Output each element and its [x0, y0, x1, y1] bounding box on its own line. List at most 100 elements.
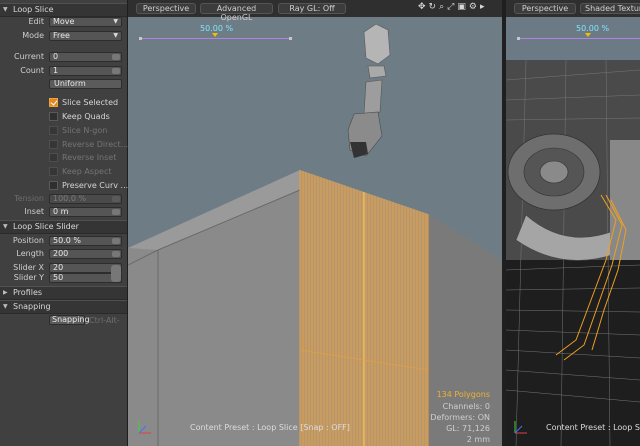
section-loop-slice[interactable]: ▼ Loop Slice [0, 3, 127, 17]
slider-percent: 50.00 % [200, 24, 234, 33]
tab-perspective[interactable]: Perspective [136, 3, 196, 14]
tab-ray-gl[interactable]: Ray GL: Off [278, 3, 346, 14]
slider-y-value: 50 [53, 273, 64, 282]
status-text-right: Content Preset : Loop Slice [Snap : OFF] [546, 423, 640, 432]
edit-value: Move [53, 17, 75, 26]
spinner-icon[interactable] [112, 209, 120, 215]
zoom-icon[interactable]: ⌕ [439, 2, 447, 12]
floating-mesh [347, 23, 391, 158]
viewport-header-right: Perspective Shaded Texture [506, 0, 640, 17]
tab-shaded-texture[interactable]: Shaded Texture [580, 3, 640, 14]
position-label: Position [12, 236, 44, 245]
section-loop-slice-slider[interactable]: ▼ Loop Slice Slider [0, 220, 127, 234]
inset-field[interactable]: 0 m [49, 207, 122, 217]
snapping-button[interactable]: Snapping [49, 315, 90, 325]
slice-ngon-label: Slice N-gon [62, 126, 108, 135]
current-label: Current [13, 52, 44, 61]
channels-count: Channels: 0 [442, 402, 490, 411]
section-profiles[interactable]: ▶ Profiles [0, 286, 127, 300]
dropdown-arrow-icon: ▼ [113, 18, 118, 25]
axis-gizmo-icon [514, 421, 527, 434]
reverse-direction-checkbox[interactable] [49, 140, 58, 149]
count-field[interactable]: 1 [49, 66, 122, 76]
mode-dropdown[interactable]: Free ▼ [49, 31, 122, 41]
inset-value: 0 m [53, 207, 69, 216]
status-text: Content Preset : Loop Slice [Snap : OFF] [190, 423, 350, 432]
slider-end-handle[interactable] [517, 37, 520, 40]
rotate-icon[interactable]: ↻ [429, 2, 440, 12]
count-value: 1 [53, 66, 59, 75]
current-value: 0 [53, 52, 59, 61]
expand-triangle-icon: ▶ [3, 289, 8, 296]
spinner-icon[interactable] [112, 68, 120, 74]
deformers-status: Deformers: ON [430, 413, 490, 422]
slider-x-value: 20 [53, 263, 64, 272]
keep-quads-label: Keep Quads [62, 112, 110, 121]
maximize-icon[interactable]: ▣ [457, 2, 469, 12]
current-field[interactable]: 0 [49, 52, 122, 62]
keep-aspect-label: Keep Aspect [62, 167, 112, 176]
length-field[interactable]: 200 [49, 249, 122, 259]
loop-slice-slider-track-right[interactable] [518, 38, 640, 39]
spinner-icon[interactable] [112, 238, 120, 244]
polygon-count: 134 Polygons [436, 390, 490, 399]
mode-value: Free [53, 31, 70, 40]
xy-spinner-icon[interactable] [111, 265, 121, 282]
length-value: 200 [53, 249, 69, 258]
spinner-icon[interactable] [112, 54, 120, 60]
viewport-3d-scene [128, 23, 502, 446]
tension-value: 100.0 % [53, 194, 87, 203]
section-snapping[interactable]: ▼ Snapping [0, 300, 127, 314]
tab-perspective-right[interactable]: Perspective [514, 3, 576, 14]
spinner-icon[interactable] [112, 196, 120, 202]
loop-slice-slider-track[interactable] [140, 38, 290, 39]
fit-icon[interactable]: ⤢ [447, 2, 457, 12]
reverse-inset-checkbox[interactable] [49, 153, 58, 162]
tool-properties-panel: ▼ Loop Slice Edit Move ▼ Mode Free ▼ Cur… [0, 0, 128, 446]
settings-icon[interactable]: ⚙ [469, 2, 480, 12]
keep-quads-checkbox[interactable] [49, 112, 58, 121]
position-field[interactable]: 50.0 % [49, 236, 122, 246]
axis-gizmo-icon [138, 421, 151, 434]
collapse-triangle-icon: ▼ [3, 6, 8, 13]
slider-position-marker[interactable] [585, 33, 591, 37]
uniform-button[interactable]: Uniform [49, 79, 122, 89]
slider-y-label: Slider Y [13, 273, 44, 282]
collapse-triangle-icon: ▼ [3, 303, 8, 310]
gl-count: GL: 71,126 [446, 424, 490, 433]
section-title: Snapping [13, 302, 51, 311]
viewport-nav-icons: ✥↻⌕⤢▣⚙▸ [418, 2, 487, 12]
preserve-curvature-label: Preserve Curv ... [62, 181, 129, 190]
snapping-shortcut: Ctrl-Alt- [89, 316, 120, 325]
position-value: 50.0 % [53, 236, 81, 245]
dropdown-arrow-icon: ▼ [113, 32, 118, 39]
edit-dropdown[interactable]: Move ▼ [49, 17, 122, 27]
move-icon[interactable]: ✥ [418, 2, 429, 12]
slider-percent-right: 50.00 % [576, 24, 610, 33]
count-label: Count [20, 66, 44, 75]
spinner-icon[interactable] [112, 251, 120, 257]
secondary-viewport[interactable]: Perspective Shaded Texture 50.00 % Conte… [506, 0, 640, 446]
edit-label: Edit [28, 17, 45, 26]
section-title: Profiles [13, 288, 43, 297]
preserve-curvature-checkbox[interactable] [49, 181, 58, 190]
slider-x-label: Slider X [13, 263, 44, 272]
slice-selected-checkbox[interactable] [49, 98, 58, 107]
keep-aspect-checkbox[interactable] [49, 167, 58, 176]
slider-end-handle[interactable] [139, 37, 142, 40]
tension-field[interactable]: 100.0 % [49, 194, 122, 204]
slider-end-handle[interactable] [289, 37, 292, 40]
viewport-3d-scene-right [506, 59, 640, 446]
section-title: Loop Slice [13, 5, 54, 14]
section-title: Loop Slice Slider [13, 222, 79, 231]
mode-label: Mode [22, 31, 44, 40]
slice-selected-label: Slice Selected [62, 98, 119, 107]
play-icon[interactable]: ▸ [480, 2, 488, 12]
tab-advanced-opengl[interactable]: Advanced OpenGL [200, 3, 273, 22]
slider-position-marker[interactable] [212, 33, 218, 37]
viewport-header: Perspective Advanced OpenGL Ray GL: Off … [128, 0, 502, 22]
reverse-inset-label: Reverse Inset [62, 153, 117, 162]
grid-scale: 2 mm [466, 435, 490, 444]
slice-ngon-checkbox[interactable] [49, 126, 58, 135]
main-viewport[interactable]: Perspective Advanced OpenGL Ray GL: Off … [128, 0, 502, 446]
